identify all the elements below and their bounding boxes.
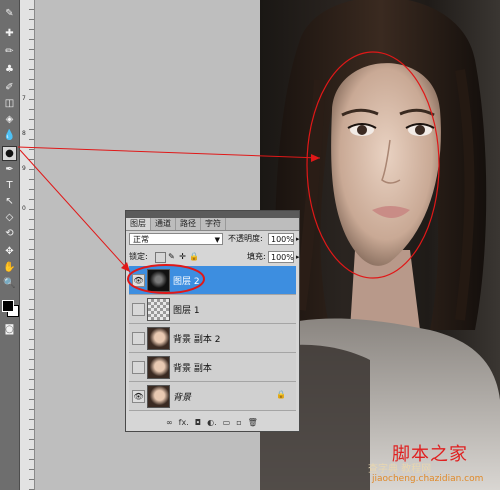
new-layer-icon[interactable]: ▫ (236, 418, 241, 427)
pen-tool-icon[interactable]: ✒ (2, 162, 17, 177)
opacity-input[interactable]: 100% (268, 233, 294, 245)
lock-pixels-icon[interactable]: ✎ (167, 252, 176, 261)
opacity-label: 不透明度: (228, 234, 263, 243)
layer-thumbnail (147, 327, 170, 350)
watermark-url: jiaocheng.chazidian.com (372, 474, 484, 484)
panel-tabs: 图层 通道 路径 字符 (126, 218, 299, 231)
lock-all-icon[interactable]: 🔒 (189, 252, 199, 261)
lock-position-icon[interactable]: ✛ (178, 252, 187, 261)
fill-label: 填充: (247, 252, 266, 261)
quick-mask-icon[interactable]: ◙ (2, 322, 17, 337)
blend-mode-select[interactable]: 正常 ▼ (129, 233, 223, 245)
zoom-tool-icon[interactable]: 🔍 (2, 276, 17, 291)
layer-thumbnail (147, 269, 170, 292)
dodge-tool-icon[interactable]: ● (2, 146, 17, 161)
panel-titlebar[interactable] (126, 211, 299, 218)
lock-transparent-icon[interactable] (155, 252, 166, 263)
tab-layers[interactable]: 图层 (126, 218, 151, 230)
watermark: 脚本之家 查字典 教程网 jiaocheng.chazidian.com (368, 440, 500, 490)
layer-name: 图层 1 (173, 306, 200, 316)
trash-icon[interactable]: 🗑 (248, 418, 258, 427)
healing-tool-icon[interactable]: ✚ (2, 26, 17, 41)
mask-icon[interactable]: ◘ (195, 418, 201, 427)
layer-row[interactable]: 👁 背景 🔒 (129, 382, 296, 411)
chevron-down-icon: ▼ (214, 236, 220, 244)
ruler-number: 0 (22, 205, 26, 212)
3d-orbit-tool-icon[interactable]: ✥ (2, 244, 17, 259)
layer-name: 背景 副本 2 (173, 335, 221, 345)
eraser-tool-icon[interactable]: ◫ (2, 96, 17, 111)
panel-footer: ∞ fx. ◘ ◐. ▭ ▫ 🗑 (166, 415, 296, 429)
bucket-tool-icon[interactable]: ◈ (2, 112, 17, 127)
visibility-eye-icon[interactable] (132, 332, 145, 345)
fill-input[interactable]: 100% (268, 251, 294, 263)
ruler-number: 8 (22, 130, 26, 137)
type-tool-icon[interactable]: T (2, 178, 17, 193)
stamp-tool-icon[interactable]: ♣ (2, 62, 17, 77)
watermark-subtitle: 查字典 教程网 (368, 464, 432, 475)
lock-label: 锁定: (129, 252, 148, 261)
hand-tool-icon[interactable]: ✋ (2, 260, 17, 275)
layer-name: 图层 2 (173, 277, 200, 287)
blend-mode-value: 正常 (133, 235, 149, 244)
layer-row[interactable]: 背景 副本 2 (129, 324, 296, 353)
visibility-eye-icon[interactable]: 👁 (132, 274, 145, 287)
shape-tool-icon[interactable]: ◇ (2, 210, 17, 225)
layer-thumbnail (147, 298, 170, 321)
visibility-eye-icon[interactable] (132, 303, 145, 316)
visibility-eye-icon[interactable] (132, 361, 145, 374)
tools-panel: ✎ ✚ ✏ ♣ ✐ ◫ ◈ 💧 ● ✒ T ↖ ◇ ⟲ ✥ ✋ 🔍 ◙ (0, 0, 20, 490)
eyedropper-tool-icon[interactable]: ✎ (2, 6, 17, 21)
group-icon[interactable]: ▭ (223, 418, 231, 427)
layer-thumbnail (147, 356, 170, 379)
foreground-color-swatch[interactable] (2, 300, 14, 312)
layer-name: 背景 (173, 393, 192, 403)
chevron-right-icon[interactable]: ▸ (296, 251, 300, 263)
layers-list: 👁 图层 2 图层 1 背景 副本 2 背景 副本 👁 背景 🔒 (129, 266, 296, 411)
layers-panel: 图层 通道 路径 字符 正常 ▼ 不透明度: 100% ▸ 锁定: ✎ ✛ 🔒 … (125, 210, 300, 432)
tab-channels[interactable]: 通道 (151, 218, 176, 230)
layer-row[interactable]: 背景 副本 (129, 353, 296, 382)
history-brush-tool-icon[interactable]: ✐ (2, 80, 17, 95)
brush-tool-icon[interactable]: ✏ (2, 44, 17, 59)
layer-thumbnail (147, 385, 170, 408)
fx-icon[interactable]: fx. (179, 418, 189, 427)
layer-row[interactable]: 图层 1 (129, 295, 296, 324)
3d-rotate-tool-icon[interactable]: ⟲ (2, 226, 17, 241)
layer-row[interactable]: 👁 图层 2 (129, 266, 296, 295)
tab-character[interactable]: 字符 (201, 218, 226, 230)
tab-paths[interactable]: 路径 (176, 218, 201, 230)
path-select-tool-icon[interactable]: ↖ (2, 194, 17, 209)
adjustment-icon[interactable]: ◐. (207, 418, 217, 427)
blur-tool-icon[interactable]: 💧 (2, 128, 17, 143)
lock-icon: 🔒 (276, 390, 286, 399)
link-icon[interactable]: ∞ (166, 418, 173, 427)
ruler-number: 7 (22, 95, 26, 102)
chevron-right-icon[interactable]: ▸ (296, 233, 300, 245)
ruler-number: 9 (22, 165, 26, 172)
layer-name: 背景 副本 (173, 364, 212, 374)
vertical-ruler: 7 8 9 0 (20, 0, 35, 490)
visibility-eye-icon[interactable]: 👁 (132, 390, 145, 403)
